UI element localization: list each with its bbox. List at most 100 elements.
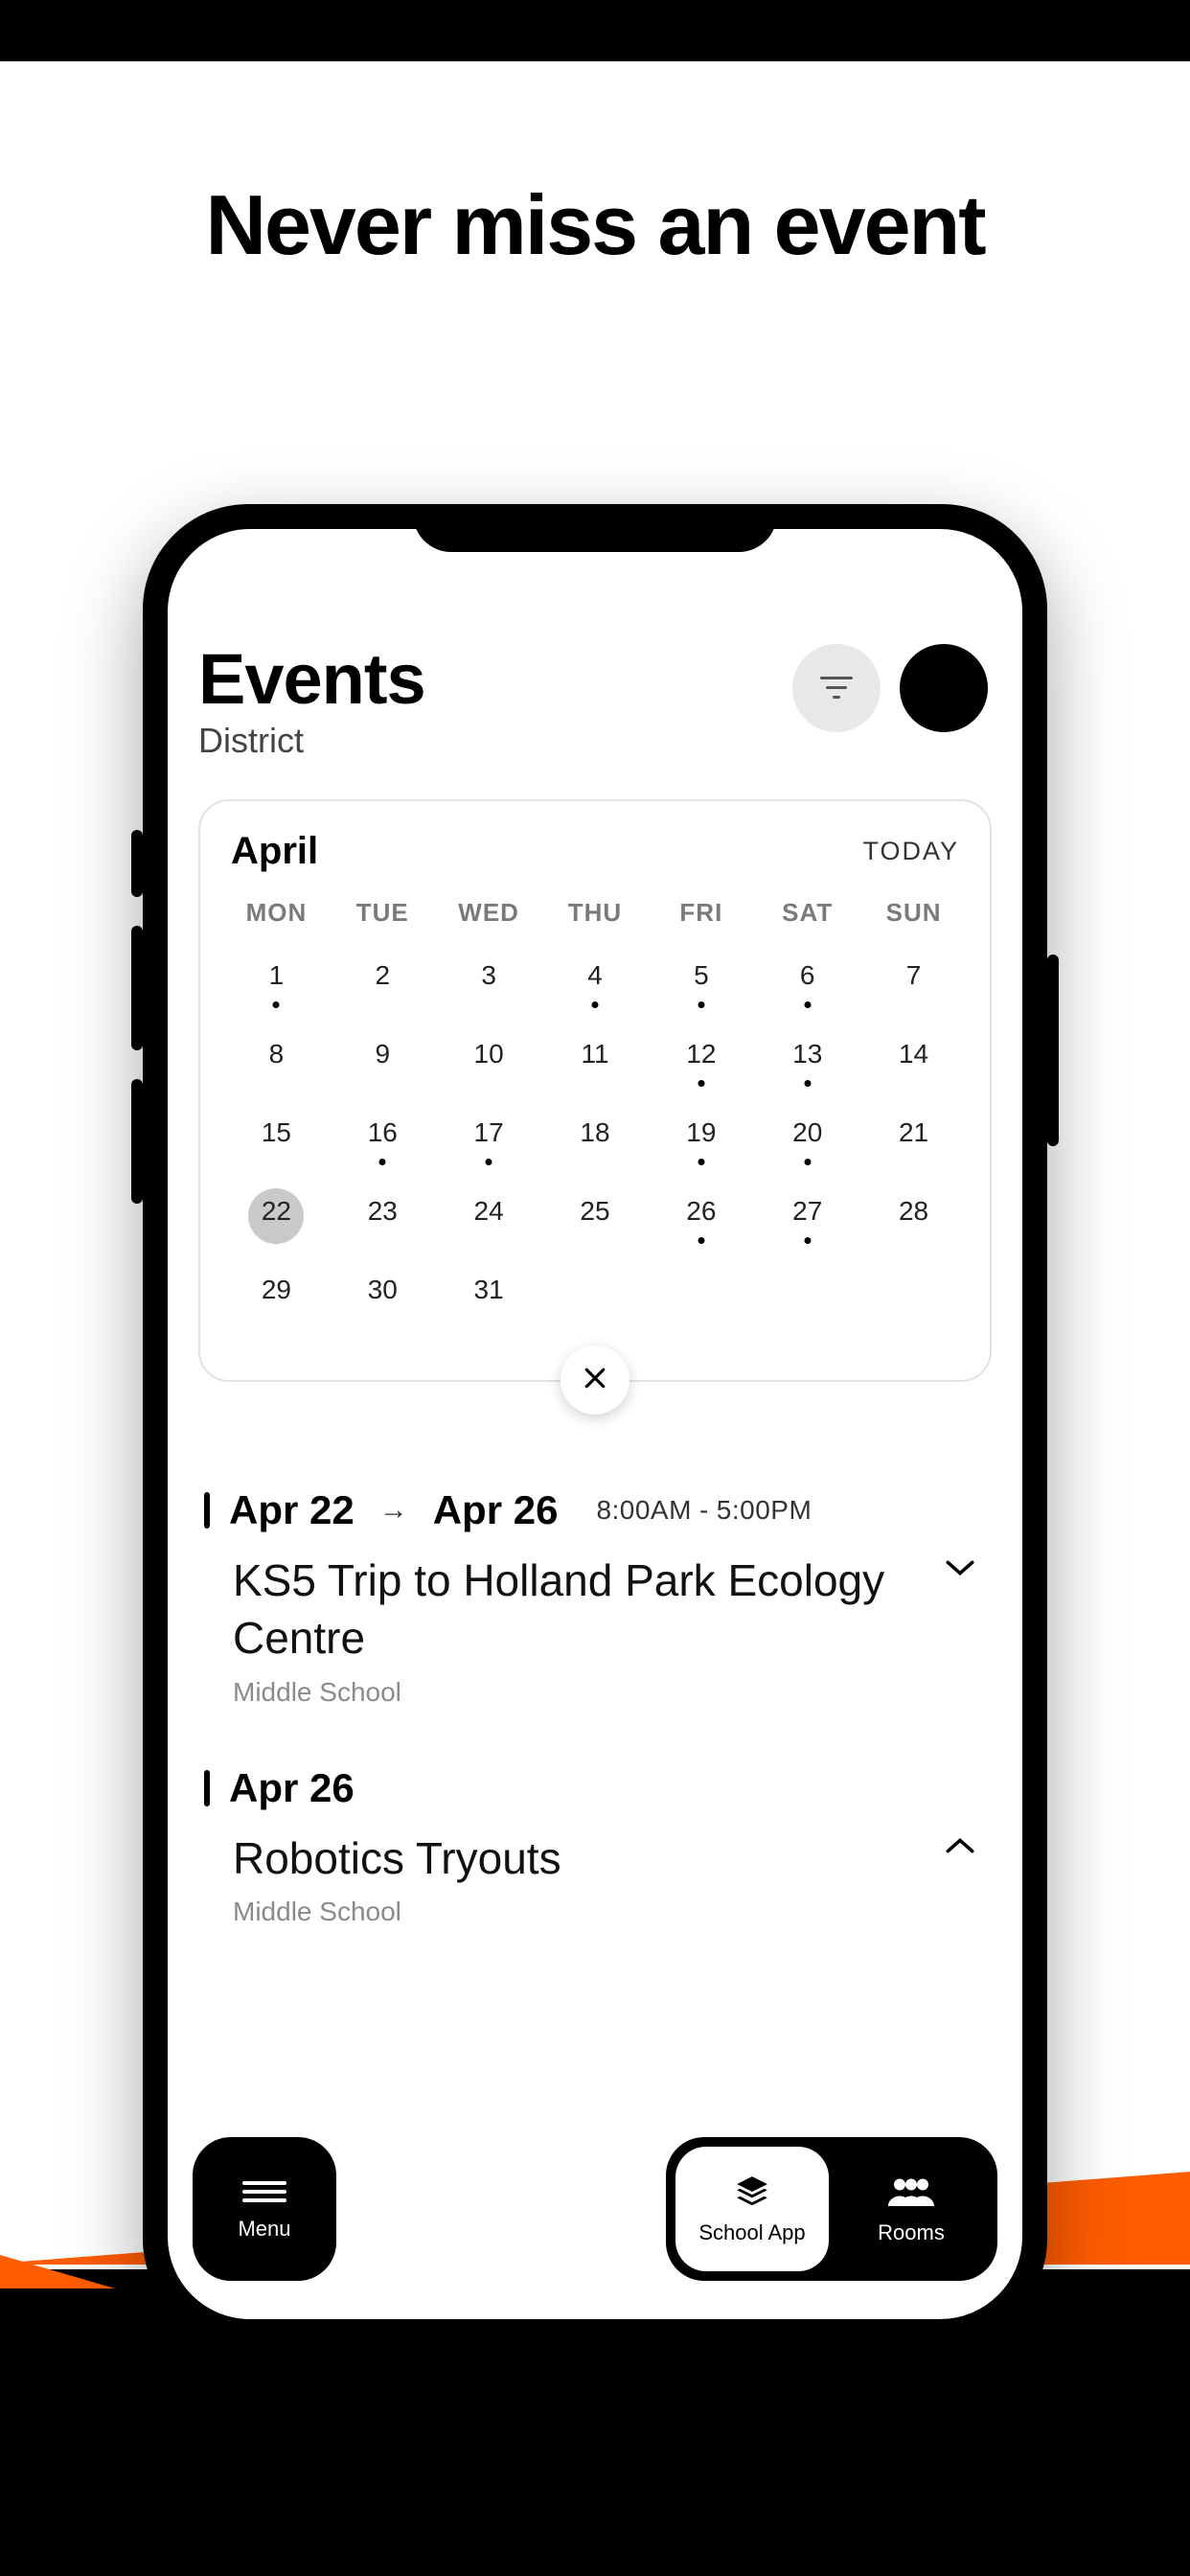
- calendar-day-number: 12: [648, 1039, 754, 1070]
- calendar-day[interactable]: 24: [436, 1181, 542, 1259]
- calendar-month: April: [231, 830, 318, 873]
- calendar-day-number: 14: [860, 1039, 967, 1070]
- calendar-day-number: 1: [223, 960, 330, 991]
- calendar-day-number: 5: [648, 960, 754, 991]
- app-switcher: School App Rooms: [666, 2137, 997, 2281]
- calendar-day[interactable]: 31: [436, 1259, 542, 1338]
- close-icon: [581, 1359, 609, 1402]
- calendar-day[interactable]: 28: [860, 1181, 967, 1259]
- calendar-day[interactable]: 23: [330, 1181, 436, 1259]
- calendar-day[interactable]: 9: [330, 1024, 436, 1102]
- calendar-day-number: 29: [223, 1275, 330, 1305]
- calendar-day[interactable]: 3: [436, 945, 542, 1024]
- event-title: KS5 Trip to Holland Park Ecology Centre: [233, 1552, 923, 1668]
- event-dot-icon: [379, 1159, 386, 1165]
- calendar-day-number: 10: [436, 1039, 542, 1070]
- arrow-right-icon: →: [379, 1494, 408, 1527]
- calendar-day[interactable]: 18: [542, 1102, 649, 1181]
- calendar-day[interactable]: 22: [223, 1181, 330, 1259]
- event-time: 8:00AM-5:00PM: [596, 1495, 812, 1526]
- calendar-day[interactable]: 11: [542, 1024, 649, 1102]
- calendar-day-header: MON: [223, 890, 330, 945]
- calendar-day-number: 3: [436, 960, 542, 991]
- app-header: Events District: [193, 596, 997, 780]
- event-dot-icon: [804, 1001, 811, 1008]
- tab-school-app[interactable]: School App: [675, 2147, 829, 2271]
- calendar-day-number: 16: [330, 1117, 436, 1148]
- today-button[interactable]: TODAY: [862, 837, 959, 866]
- calendar-day[interactable]: 13: [754, 1024, 860, 1102]
- chevron-down-icon[interactable]: [944, 1558, 976, 1582]
- phone-side-button: [131, 926, 143, 1050]
- menu-label: Menu: [238, 2217, 290, 2242]
- calendar-day[interactable]: 25: [542, 1181, 649, 1259]
- chevron-up-icon[interactable]: [944, 1836, 976, 1860]
- calendar-day[interactable]: 2: [330, 945, 436, 1024]
- event-item[interactable]: Apr 22→Apr 268:00AM-5:00PMKS5 Trip to Ho…: [204, 1487, 986, 1708]
- calendar-day[interactable]: 8: [223, 1024, 330, 1102]
- event-item[interactable]: Apr 26Robotics TryoutsMiddle School: [204, 1765, 986, 1928]
- calendar-day-number: 13: [754, 1039, 860, 1070]
- calendar-day-header: SAT: [754, 890, 860, 945]
- calendar-day-number: 31: [436, 1275, 542, 1305]
- filter-button[interactable]: [792, 644, 881, 732]
- event-body: KS5 Trip to Holland Park Ecology Centre: [204, 1552, 986, 1668]
- calendar-day-number: 25: [542, 1196, 649, 1227]
- calendar-day[interactable]: 7: [860, 945, 967, 1024]
- calendar-day[interactable]: 17: [436, 1102, 542, 1181]
- calendar-day-header: TUE: [330, 890, 436, 945]
- calendar-day[interactable]: 30: [330, 1259, 436, 1338]
- calendar-day-header: SUN: [860, 890, 967, 945]
- calendar-card: April TODAY MONTUEWEDTHUFRISATSUN1234567…: [198, 799, 992, 1382]
- calendar-day-number: 4: [542, 960, 649, 991]
- calendar-day[interactable]: 26: [648, 1181, 754, 1259]
- phone-side-button: [131, 1079, 143, 1204]
- event-accent-bar: [204, 1492, 210, 1529]
- event-start-date: Apr 26: [229, 1765, 355, 1811]
- calendar-day-number: 30: [330, 1275, 436, 1305]
- bottom-bar: Menu School App Rooms: [193, 2137, 997, 2281]
- calendar-day[interactable]: 16: [330, 1102, 436, 1181]
- menu-button[interactable]: Menu: [193, 2137, 336, 2281]
- event-dot-icon: [698, 1001, 704, 1008]
- calendar-day[interactable]: 15: [223, 1102, 330, 1181]
- calendar-day[interactable]: 10: [436, 1024, 542, 1102]
- calendar-day-number: 20: [754, 1117, 860, 1148]
- tab-label: School App: [698, 2220, 805, 2245]
- calendar-day[interactable]: 1: [223, 945, 330, 1024]
- filter-icon: [820, 677, 853, 700]
- calendar-day[interactable]: 4: [542, 945, 649, 1024]
- phone-side-button: [131, 830, 143, 897]
- event-dot-icon: [698, 1080, 704, 1087]
- calendar-day-number: 26: [648, 1196, 754, 1227]
- calendar-day-number: 6: [754, 960, 860, 991]
- tab-label: Rooms: [878, 2220, 945, 2245]
- calendar-day[interactable]: 5: [648, 945, 754, 1024]
- calendar-day[interactable]: 27: [754, 1181, 860, 1259]
- event-accent-bar: [204, 1770, 210, 1806]
- event-date-row: Apr 22→Apr 268:00AM-5:00PM: [204, 1487, 986, 1533]
- calendar-day-number: 23: [330, 1196, 436, 1227]
- calendar-day-header: WED: [436, 890, 542, 945]
- event-end-date: Apr 26: [433, 1487, 559, 1533]
- event-dot-icon: [698, 1237, 704, 1244]
- calendar-day[interactable]: 14: [860, 1024, 967, 1102]
- calendar-day[interactable]: 6: [754, 945, 860, 1024]
- calendar-day-header: FRI: [648, 890, 754, 945]
- calendar-day-number: 22: [223, 1196, 330, 1227]
- event-list: Apr 22→Apr 268:00AM-5:00PMKS5 Trip to Ho…: [193, 1487, 997, 1927]
- people-icon: [888, 2174, 934, 2215]
- tab-rooms[interactable]: Rooms: [835, 2147, 988, 2271]
- layers-icon: [729, 2174, 775, 2215]
- calendar-day[interactable]: 20: [754, 1102, 860, 1181]
- calendar-day[interactable]: 19: [648, 1102, 754, 1181]
- calendar-close-button[interactable]: [561, 1346, 629, 1414]
- calendar-day[interactable]: 29: [223, 1259, 330, 1338]
- promo-top-bar: [0, 0, 1190, 61]
- phone-side-button: [1047, 954, 1059, 1146]
- calendar-day[interactable]: 21: [860, 1102, 967, 1181]
- calendar-day[interactable]: 12: [648, 1024, 754, 1102]
- event-location: Middle School: [204, 1897, 986, 1927]
- calendar-button[interactable]: [900, 644, 988, 732]
- calendar-day-number: 21: [860, 1117, 967, 1148]
